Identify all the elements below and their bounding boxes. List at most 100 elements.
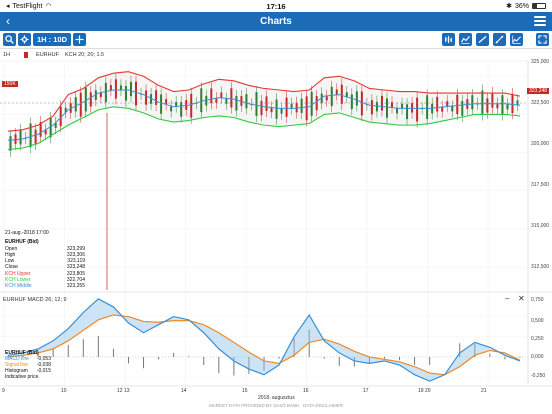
candle-body — [446, 101, 449, 107]
settings-button[interactable] — [18, 33, 31, 46]
tooltip-date: 21-aug.-2018 17:00 — [5, 230, 49, 236]
candle-body — [471, 95, 474, 110]
x-tick: 17 — [363, 388, 369, 394]
candle-body — [114, 79, 117, 99]
candle-body — [340, 84, 343, 104]
candle-body — [39, 122, 42, 137]
candle-body — [160, 94, 163, 114]
page-title: Charts — [260, 16, 292, 27]
tooltip-label: KCH Middle — [5, 283, 32, 290]
macd-value: -0,015 — [36, 368, 51, 375]
candle-body — [486, 98, 489, 113]
trendline-icon — [478, 35, 487, 44]
candle-body — [456, 94, 459, 115]
line-chart-icon — [461, 35, 470, 44]
fullscreen-button[interactable] — [536, 33, 549, 46]
candle-body — [305, 96, 308, 121]
screen: ◂ TestFlight ◠ 17:16 ✱ 36% ‹ Charts 1H : 10… — [0, 0, 552, 414]
candle-body — [124, 86, 127, 101]
candle-body — [421, 108, 424, 110]
timeframe-button[interactable]: 1H : 10D — [33, 33, 71, 46]
tooltip-row: KCH Middle 323,255 — [5, 283, 85, 289]
candle-body — [200, 88, 203, 113]
menu-icon[interactable] — [534, 16, 546, 26]
candle-body — [135, 81, 137, 106]
candle-body — [84, 87, 87, 112]
candle-body — [325, 95, 328, 101]
candle-body — [426, 95, 429, 120]
candle-body — [165, 99, 168, 105]
candle-body — [401, 103, 404, 109]
indicator-button[interactable] — [459, 33, 472, 46]
candle-body — [215, 98, 218, 103]
candle-body — [330, 86, 333, 107]
candle-type-button[interactable] — [442, 33, 455, 46]
candle-body — [461, 101, 464, 116]
back-icon[interactable]: ‹ — [6, 14, 10, 28]
candle-body — [54, 122, 57, 128]
candle-body — [140, 93, 143, 95]
candle-body — [396, 108, 399, 114]
candle-body — [14, 134, 17, 144]
clock: 17:16 — [266, 1, 286, 11]
candle-body — [441, 107, 444, 112]
candle-body — [406, 104, 409, 120]
candle-body — [335, 89, 338, 95]
candle-body — [205, 95, 208, 106]
candle-body — [119, 85, 122, 91]
trendline-button[interactable] — [476, 33, 489, 46]
x-tick: 16 — [303, 388, 309, 394]
candle-body — [104, 82, 107, 103]
search-icon — [5, 35, 14, 44]
order-tag[interactable]: 150K — [2, 81, 18, 87]
candle-body — [19, 130, 22, 145]
month-label: 2018. augusztus — [258, 395, 295, 401]
candle-body — [9, 136, 12, 151]
candle-body — [44, 129, 47, 135]
candle-body — [290, 103, 293, 109]
candle-body — [109, 85, 112, 91]
macd-fill — [8, 298, 520, 382]
candle-body — [431, 103, 434, 114]
candle-body — [145, 90, 148, 105]
candle-body — [245, 94, 248, 109]
current-price-tag: 323,248 — [527, 88, 550, 94]
price-tick: 315,000 — [531, 223, 550, 229]
candle-body — [64, 107, 67, 113]
draw-button[interactable] — [493, 33, 506, 46]
candle-body — [170, 106, 173, 112]
close-indicator-button[interactable]: ✕ — [518, 294, 525, 303]
draw-icon — [495, 35, 504, 44]
candle-body — [225, 98, 228, 104]
compare-button[interactable] — [510, 33, 523, 46]
crosshair-button[interactable] — [73, 33, 86, 46]
candle-body — [315, 96, 318, 111]
candle-body — [235, 95, 238, 111]
price-tick: 320,000 — [531, 141, 550, 147]
kch-middle-line — [7, 89, 521, 141]
candle-body — [210, 88, 213, 104]
macd-info: EURHUF (Bid) MACD line -0,053 Signal line… — [5, 350, 51, 380]
candle-body — [79, 92, 82, 117]
signal-line — [7, 314, 521, 376]
candle-body — [89, 92, 92, 107]
footer-disclaimer[interactable]: MARKET DATA PROVIDED BY SAXO BANK · DATA… — [0, 403, 552, 408]
indicative-note: Indicative price — [5, 374, 39, 381]
macd-tick: 0,500 — [531, 318, 544, 324]
candle-body — [280, 108, 283, 114]
candle-body — [24, 138, 27, 139]
minimize-indicator-button[interactable]: – — [505, 294, 509, 303]
candle-body — [129, 81, 132, 97]
candle-body — [29, 123, 32, 148]
candle-body — [481, 90, 484, 115]
macd-tick: 0,250 — [531, 336, 544, 342]
candle-body — [360, 91, 363, 116]
candle-body — [59, 106, 62, 127]
x-tick: 12 13 — [117, 388, 130, 394]
nav-bar: ‹ Charts — [0, 12, 552, 31]
candle-body — [69, 103, 72, 113]
compare-chart-icon — [512, 35, 521, 44]
search-button[interactable] — [3, 33, 16, 46]
x-tick: 19 20 — [418, 388, 431, 394]
candle-body — [295, 102, 298, 113]
